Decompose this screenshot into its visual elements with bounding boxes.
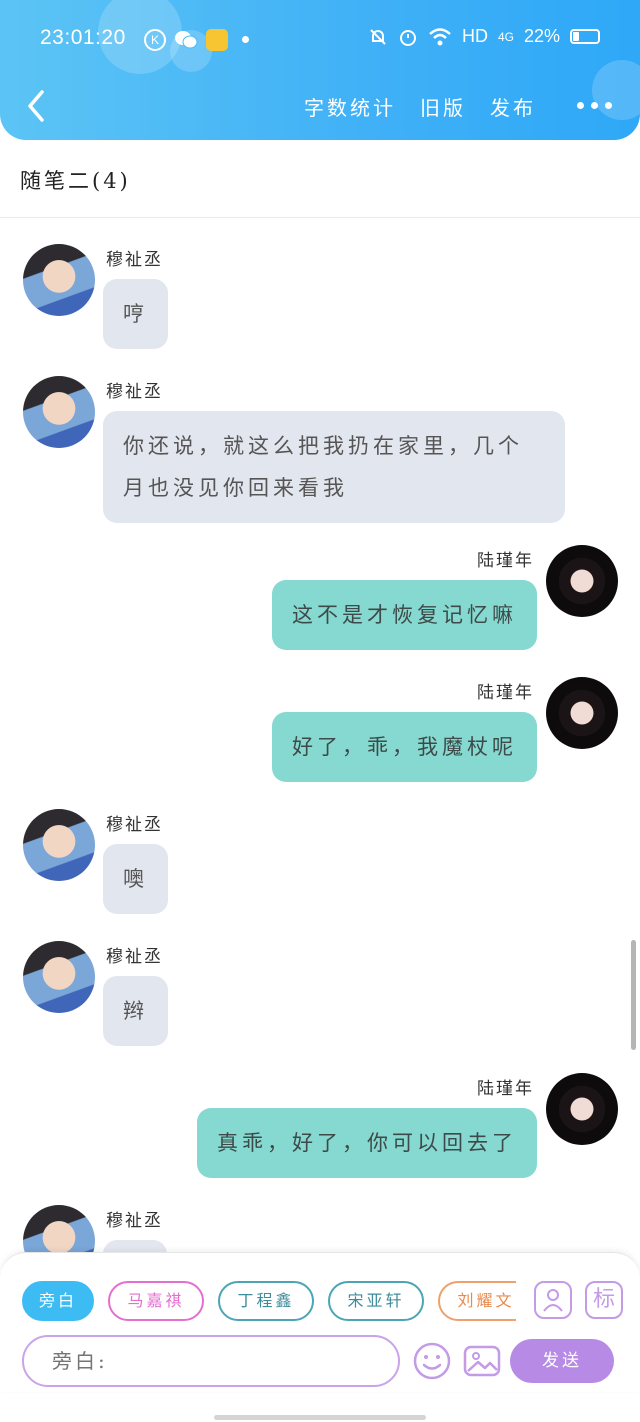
role-chip[interactable]: 刘耀文 — [438, 1281, 516, 1321]
back-arrow-icon[interactable] — [22, 88, 52, 124]
role-chip-narrator[interactable]: 旁白 — [22, 1281, 94, 1321]
role-chip[interactable]: 宋亚轩 — [328, 1281, 424, 1321]
battery-percent: 22% — [523, 26, 560, 46]
sender-name: 陆瑾年 — [477, 1079, 534, 1099]
old-version-button[interactable]: 旧版 — [420, 92, 466, 121]
message-bubble[interactable]: 噢 — [103, 844, 168, 914]
sender-name: 穆祉丞 — [106, 815, 163, 835]
role-chip-clip: 刘耀文 — [438, 1281, 516, 1321]
app-k-icon: K — [144, 29, 166, 51]
battery-icon — [570, 29, 600, 44]
avatar[interactable] — [546, 677, 618, 749]
tag-icon[interactable]: 标 — [585, 1281, 623, 1319]
status-indicators: HD 4G 22% — [368, 26, 600, 47]
character-icon[interactable] — [534, 1281, 572, 1319]
sender-name: 穆祉丞 — [106, 947, 163, 967]
emoji-icon[interactable] — [412, 1341, 452, 1381]
publish-button[interactable]: 发布 — [490, 92, 536, 121]
more-notifications-dot — [242, 36, 249, 43]
composer-panel: 旁白 马嘉祺 丁程鑫 宋亚轩 刘耀文 标 发送 — [0, 1252, 640, 1392]
sender-name: 穆祉丞 — [106, 250, 163, 270]
role-chip[interactable]: 丁程鑫 — [218, 1281, 314, 1321]
word-count-button[interactable]: 字数统计 — [304, 92, 396, 121]
sender-name: 陆瑾年 — [477, 551, 534, 571]
nav-actions: 字数统计 旧版 发布 — [304, 92, 536, 121]
message-bubble[interactable]: 这不是才恢复记忆嘛 — [272, 580, 537, 650]
avatar[interactable] — [23, 1205, 95, 1252]
wifi-icon — [429, 27, 451, 45]
status-time: 23:01:20 — [40, 26, 126, 49]
mute-bell-icon — [370, 28, 386, 45]
network-label: HD — [461, 26, 488, 46]
sender-name: 穆祉丞 — [106, 1211, 163, 1231]
notification-app-icon — [206, 29, 228, 51]
message-bubble[interactable]: 哼 — [103, 279, 168, 349]
app-header: 23:01:20 K HD 4G 22% 字数统计 旧版 发布 — [0, 0, 640, 140]
avatar[interactable] — [23, 244, 95, 316]
page-title: 随笔二(4) — [20, 169, 131, 193]
status-bar: 23:01:20 K HD 4G 22% — [0, 20, 640, 60]
message-bubble[interactable]: 真乖，好了，你可以回去了 — [197, 1108, 537, 1178]
avatar[interactable] — [23, 809, 95, 881]
sender-name: 陆瑾年 — [477, 683, 534, 703]
message-list[interactable]: 穆祉丞 哼 穆祉丞 你还说，就这么把我扔在家里，几个月也没见你回来看我 陆瑾年 … — [0, 219, 640, 1252]
sender-name: 穆祉丞 — [106, 382, 163, 402]
scrollbar[interactable] — [631, 940, 636, 1050]
alarm-icon — [399, 29, 416, 46]
image-icon[interactable] — [462, 1341, 502, 1381]
wechat-icon — [175, 31, 198, 49]
avatar[interactable] — [546, 1073, 618, 1145]
message-bubble[interactable]: 好了，乖，我魔杖呢 — [272, 712, 537, 782]
message-input[interactable] — [22, 1335, 400, 1387]
send-button[interactable]: 发送 — [510, 1339, 614, 1383]
avatar[interactable] — [23, 941, 95, 1013]
home-indicator[interactable] — [214, 1415, 426, 1420]
message-bubble[interactable] — [103, 1240, 167, 1252]
role-chip[interactable]: 马嘉祺 — [108, 1281, 204, 1321]
message-bubble[interactable]: 你还说，就这么把我扔在家里，几个月也没见你回来看我 — [103, 411, 565, 523]
signal-label: 4G — [497, 29, 514, 44]
avatar[interactable] — [23, 376, 95, 448]
more-icon[interactable] — [577, 102, 612, 109]
nav-bar: 字数统计 旧版 发布 — [0, 80, 640, 130]
title-bar: 随笔二(4) — [0, 140, 640, 218]
avatar[interactable] — [546, 545, 618, 617]
message-bubble[interactable]: 辫 — [103, 976, 168, 1046]
